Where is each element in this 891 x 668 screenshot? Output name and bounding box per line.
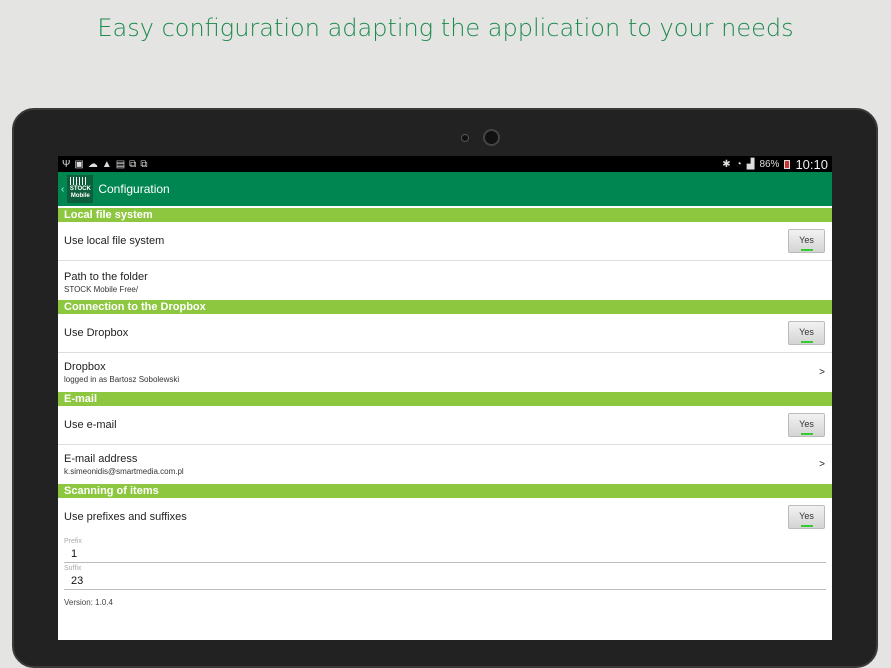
setting-label: Use prefixes and suffixes	[64, 511, 187, 523]
setting-label: Path to the folder	[64, 271, 148, 283]
yes-toggle[interactable]: Yes	[788, 229, 825, 253]
setting-value: STOCK Mobile Free/	[64, 285, 139, 294]
headline: Easy configuration adapting the applicat…	[97, 14, 794, 42]
cloud-icon: ☁	[87, 158, 98, 170]
app-logo[interactable]: STOCK Mobile	[67, 175, 94, 203]
status-bar: Ψ ▣ ☁ ▲ ▤ ⧉ ⧉ ✱ ◔ ▟ 86% 10:10	[58, 156, 832, 172]
setting-value: logged in as Bartosz Sobolewski	[64, 375, 180, 384]
battery-text: 86%	[759, 158, 780, 170]
setting-row-dropbox[interactable]: Dropbox logged in as Bartosz Sobolewski >	[58, 353, 832, 390]
image-icon: ▣	[74, 158, 84, 170]
usb-icon: Ψ	[62, 158, 71, 170]
warning-icon: ▲	[101, 158, 112, 170]
suffix-input[interactable]: 23	[64, 572, 826, 589]
chevron-right-icon: >	[819, 367, 825, 378]
copy-icon: ⧉	[129, 158, 137, 170]
setting-label: Dropbox	[64, 361, 106, 373]
setting-label: Use e-mail	[64, 419, 117, 431]
page-title: Configuration	[98, 182, 170, 196]
app-bar: ‹ STOCK Mobile Configuration	[58, 172, 832, 206]
setting-toggle-row[interactable]: Use e-mail Yes	[58, 406, 832, 445]
yes-toggle[interactable]: Yes	[788, 413, 825, 437]
camera	[483, 129, 500, 146]
section-header: Scanning of items	[58, 484, 832, 498]
setting-label: Use local file system	[64, 235, 165, 247]
clock: 10:10	[795, 156, 828, 172]
chevron-right-icon: >	[819, 459, 825, 470]
setting-toggle-row[interactable]: Use prefixes and suffixes Yes	[58, 498, 832, 536]
setting-row-path[interactable]: Path to the folder STOCK Mobile Free/	[58, 261, 832, 298]
prefix-field[interactable]: Prefix 1	[64, 536, 826, 563]
battery-icon	[784, 159, 791, 169]
section-header: E-mail	[58, 392, 832, 406]
bluetooth-icon: ✱	[722, 158, 731, 170]
wifi-icon: ◔	[735, 158, 742, 170]
setting-row-email[interactable]: E-mail address k.simeonidis@smartmedia.co…	[58, 445, 832, 482]
setting-toggle-row[interactable]: Use Dropbox Yes	[58, 314, 832, 353]
prefix-label: Prefix	[64, 538, 82, 545]
suffix-label: Suffix	[64, 565, 82, 572]
setting-value: k.simeonidis@smartmedia.com.pl	[64, 467, 184, 476]
yes-toggle[interactable]: Yes	[788, 321, 825, 345]
sensor	[461, 134, 469, 142]
yes-toggle[interactable]: Yes	[788, 505, 825, 529]
back-icon[interactable]: ‹	[61, 184, 64, 195]
copy-icon-2: ⧉	[140, 158, 148, 170]
setting-label: Use Dropbox	[64, 327, 129, 339]
prefix-input[interactable]: 1	[64, 545, 826, 562]
setting-toggle-row[interactable]: Use local file system Yes	[58, 222, 832, 261]
suffix-field[interactable]: Suffix 23	[64, 563, 826, 590]
version-text: Version: 1.0.4	[64, 598, 113, 607]
signal-icon: ▟	[746, 158, 755, 170]
doc-icon: ▤	[115, 158, 126, 170]
section-header: Local file system	[58, 208, 832, 222]
setting-label: E-mail address	[64, 453, 138, 465]
screen: Ψ ▣ ☁ ▲ ▤ ⧉ ⧉ ✱ ◔ ▟ 86% 10:10 ‹ STOCK Mobile Config…	[58, 156, 832, 640]
section-header: Connection to the Dropbox	[58, 300, 832, 314]
